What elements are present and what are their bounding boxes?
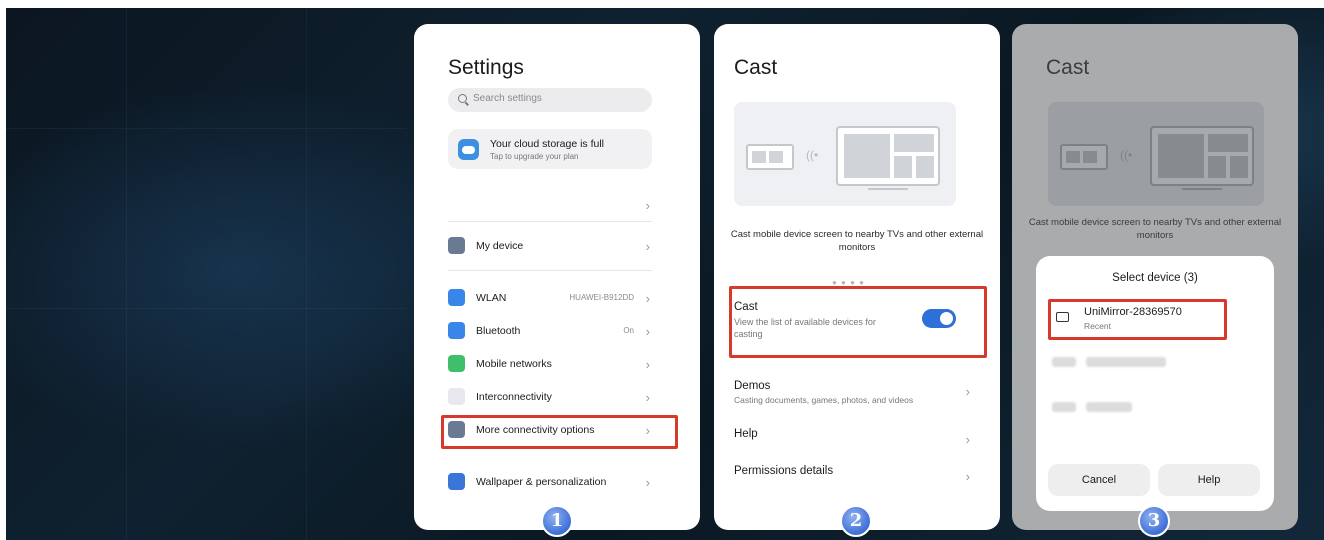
chevron-right-icon: ›: [965, 384, 970, 399]
search-placeholder: Search settings: [473, 93, 542, 104]
select-device-dialog: Select device (3) UniMirror-28369570 Rec…: [1036, 256, 1274, 511]
phone-icon: [448, 237, 465, 254]
chevron-right-icon: ›: [645, 291, 650, 306]
item-label: Permissions details: [734, 465, 834, 477]
highlight-box: [729, 286, 987, 358]
select-device-screen: Cast ((• Cast mobile device screen to ne…: [1012, 24, 1298, 530]
phone-illustration-icon: [1060, 144, 1108, 170]
wireless-icon: ((•: [806, 148, 819, 162]
settings-item-my-device[interactable]: My device ›: [448, 235, 652, 257]
tv-stand: [868, 188, 908, 190]
tv-illustration-icon: [1150, 126, 1254, 186]
wireless-icon: ((•: [1120, 148, 1133, 162]
chevron-right-icon: ›: [645, 475, 650, 490]
item-label: WLAN: [476, 292, 507, 304]
search-icon: [458, 94, 467, 103]
brush-icon: [448, 473, 465, 490]
tv-stand: [1182, 188, 1222, 190]
chevron-right-icon: ›: [645, 198, 650, 213]
item-label: Interconnectivity: [476, 391, 552, 403]
cast-illustration: ((•: [1048, 102, 1264, 206]
cloud-title: Your cloud storage is full: [490, 138, 605, 150]
settings-screen: Settings Search settings Your cloud stor…: [414, 24, 700, 530]
chevron-right-icon: ›: [645, 324, 650, 339]
step-badge: 3: [1138, 505, 1170, 537]
list-item-demos[interactable]: Demos Casting documents, games, photos, …: [734, 380, 970, 410]
divider: [448, 270, 652, 271]
chevron-right-icon: ›: [965, 432, 970, 447]
device-icon: [1052, 357, 1076, 367]
list-item-help[interactable]: Help ›: [734, 428, 970, 458]
page-title: Cast: [734, 56, 778, 79]
cloud-subtitle: Tap to upgrade your plan: [490, 152, 579, 161]
cast-screen: Cast ((• Cast mobile device screen to ne…: [714, 24, 1000, 530]
bluetooth-icon: [448, 322, 465, 339]
chevron-right-icon: ›: [645, 239, 650, 254]
step-badge: 1: [541, 505, 573, 537]
phone-illustration-icon: [746, 144, 794, 170]
tv-illustration-icon: [836, 126, 940, 186]
item-label: Help: [734, 428, 758, 440]
cloud-icon: [458, 139, 479, 160]
item-label: Mobile networks: [476, 358, 552, 370]
signal-icon: [448, 355, 465, 372]
chevron-right-icon: ›: [645, 357, 650, 372]
dialog-title: Select device (3): [1112, 272, 1198, 284]
settings-item-interconnectivity[interactable]: Interconnectivity ›: [448, 386, 652, 408]
settings-item-wlan[interactable]: WLAN HUAWEI-B912DD ›: [448, 287, 652, 309]
cast-illustration: ((•: [734, 102, 956, 206]
item-value: HUAWEI-B912DD: [569, 293, 634, 302]
page-title: Cast: [1046, 56, 1090, 79]
settings-item-wallpaper[interactable]: Wallpaper & personalization ›: [448, 471, 652, 493]
highlight-box: [441, 415, 678, 449]
chevron-right-icon: ›: [645, 390, 650, 405]
device-name-blurred: [1086, 402, 1132, 412]
search-input[interactable]: Search settings: [448, 88, 652, 112]
cloud-storage-banner[interactable]: Your cloud storage is full Tap to upgrad…: [448, 129, 652, 169]
cancel-button[interactable]: Cancel: [1048, 464, 1150, 496]
cast-caption: Cast mobile device screen to nearby TVs …: [1028, 217, 1282, 241]
help-button[interactable]: Help: [1158, 464, 1260, 496]
chevron-right-icon: ›: [965, 469, 970, 484]
item-value: On: [623, 326, 634, 335]
divider: [448, 221, 652, 222]
item-description: Casting documents, games, photos, and vi…: [734, 395, 914, 405]
settings-item-mobile-networks[interactable]: Mobile networks ›: [448, 353, 652, 375]
item-label: My device: [476, 240, 524, 252]
item-label: Wallpaper & personalization: [476, 476, 607, 488]
highlight-box: [1048, 299, 1227, 340]
wifi-icon: [448, 289, 465, 306]
interconnect-icon: [448, 388, 465, 405]
cast-caption: Cast mobile device screen to nearby TVs …: [730, 229, 984, 253]
item-label: Bluetooth: [476, 325, 521, 337]
step-badge: 2: [840, 505, 872, 537]
item-label: Demos: [734, 380, 771, 392]
list-item-permissions[interactable]: Permissions details ›: [734, 465, 970, 495]
page-title: Settings: [448, 56, 524, 79]
device-icon: [1052, 402, 1076, 412]
device-name-blurred: [1086, 357, 1166, 367]
settings-item-bluetooth[interactable]: Bluetooth On ›: [448, 320, 652, 342]
account-row[interactable]: ›: [448, 194, 652, 216]
